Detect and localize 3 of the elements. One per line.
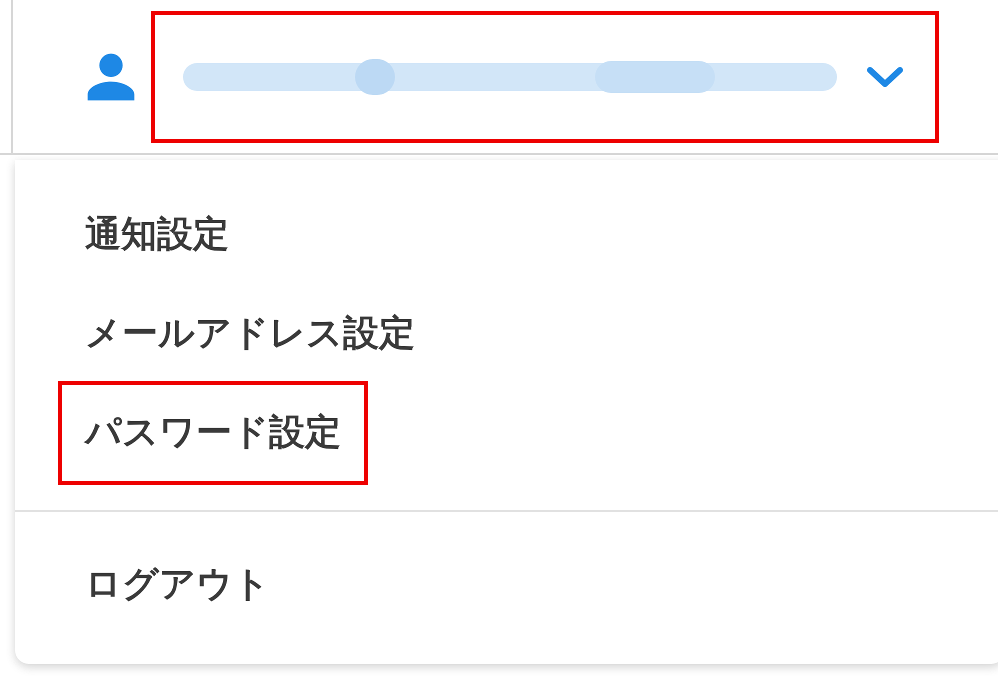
menu-item[interactable]: ログアウト bbox=[58, 532, 297, 636]
menu-item[interactable]: パスワード設定 bbox=[58, 380, 368, 484]
account-button[interactable] bbox=[151, 10, 939, 142]
